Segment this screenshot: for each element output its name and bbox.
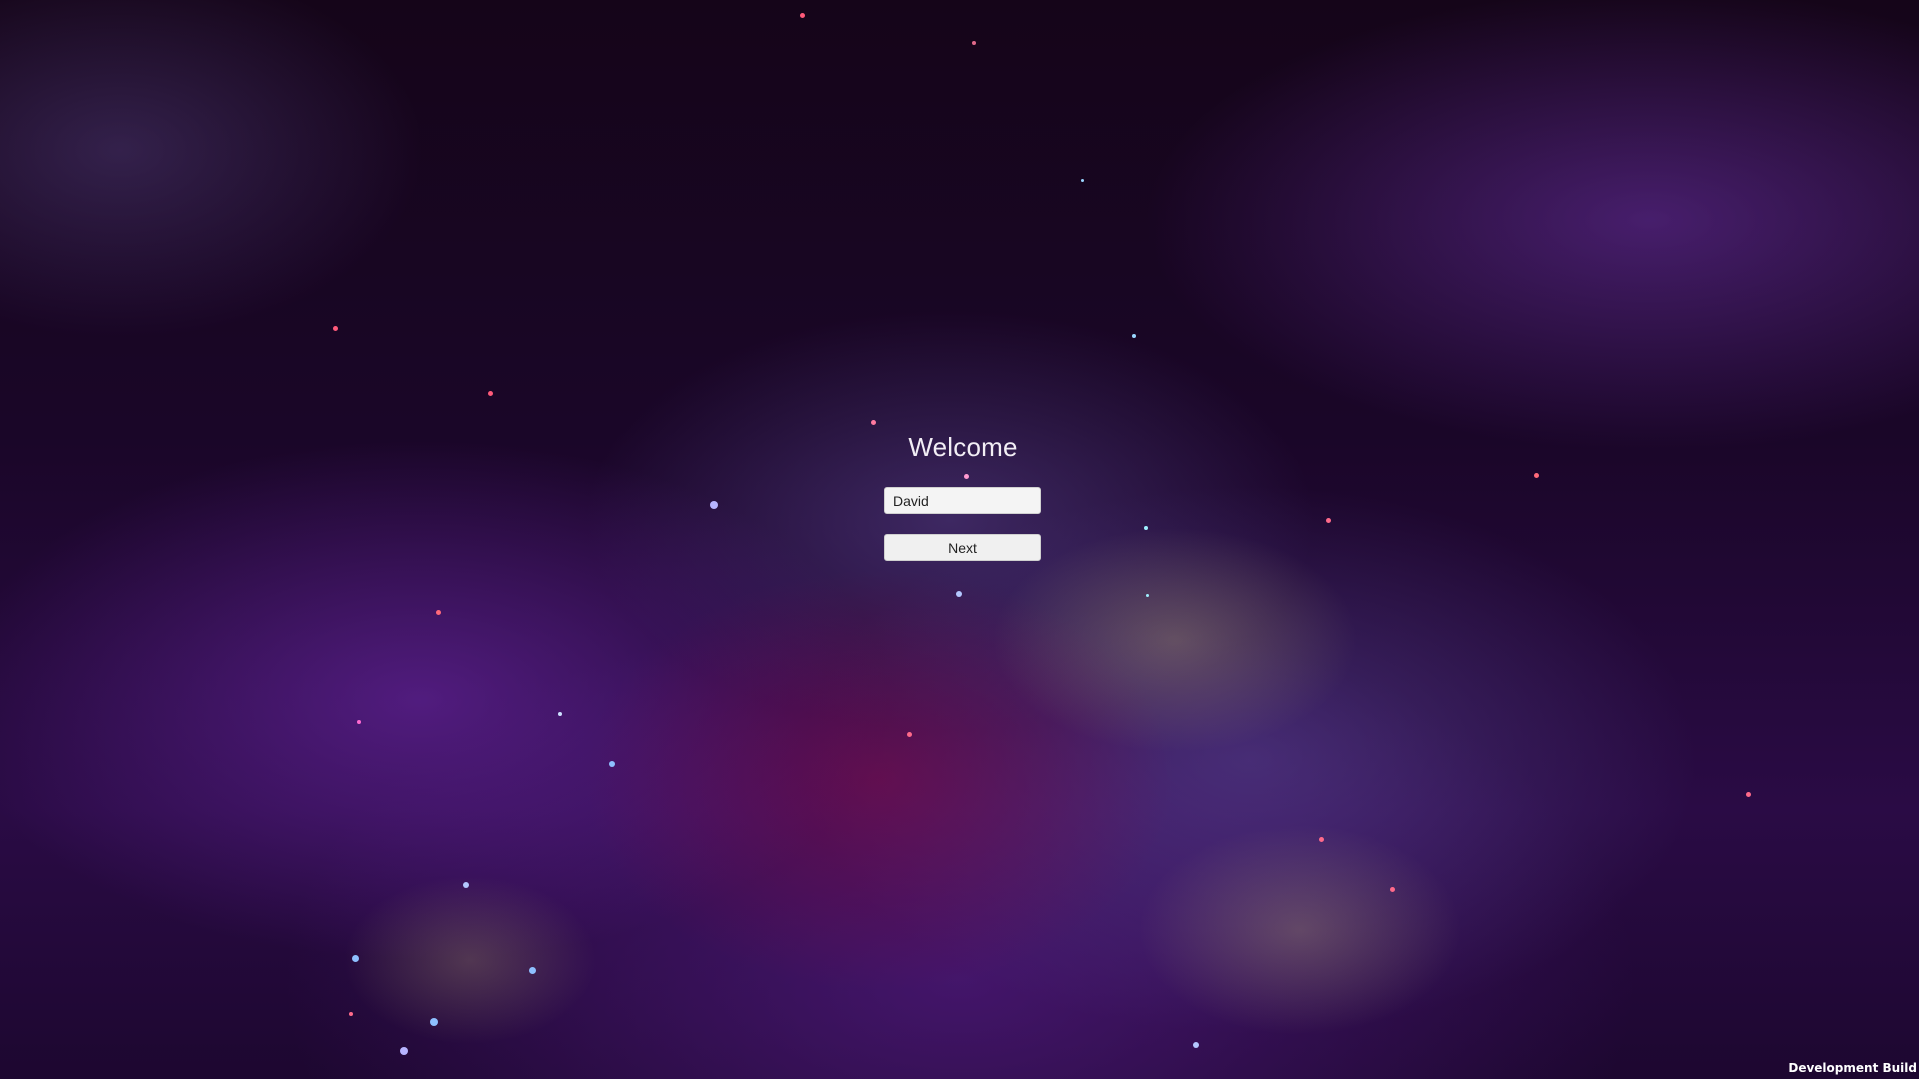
star [349,1012,353,1016]
star [1326,518,1331,523]
star [1132,334,1136,338]
star [357,720,361,724]
star [488,391,493,396]
star [1081,179,1084,182]
star [333,326,338,331]
star [1319,837,1324,842]
star [400,1047,408,1055]
star [1193,1042,1199,1048]
star [558,712,562,716]
star [463,882,469,888]
next-button[interactable]: Next [884,534,1041,561]
star [1146,594,1149,597]
nebula-background: Welcome Next Development Build [0,0,1919,1079]
star [436,610,441,615]
welcome-title: Welcome [908,432,1018,462]
name-input[interactable] [884,487,1041,514]
star [956,591,962,597]
star [430,1018,438,1026]
star [800,13,805,18]
development-build-label: Development Build [1788,1061,1917,1075]
star [907,732,912,737]
star [1144,526,1148,530]
star [1390,887,1395,892]
star [972,41,976,45]
star [352,955,359,962]
star [871,420,876,425]
star [609,761,615,767]
star [964,474,969,479]
star [1746,792,1751,797]
star [710,501,718,509]
star [1534,473,1539,478]
star [529,967,536,974]
